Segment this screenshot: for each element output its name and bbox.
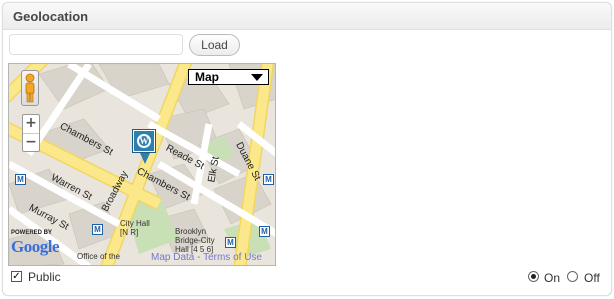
map-terms: Map Data - Terms of Use <box>151 252 262 263</box>
map-view[interactable]: + − Map W Chambers St Reade St Chambers … <box>8 63 276 266</box>
public-checkbox[interactable]: ✓ <box>11 271 22 282</box>
load-button[interactable]: Load <box>189 34 240 56</box>
off-radio[interactable] <box>567 271 578 282</box>
poi-label: Brooklyn <box>175 227 207 236</box>
map-data-link[interactable]: Map Data <box>151 252 194 263</box>
google-logo[interactable]: Google <box>11 237 60 257</box>
marker-pin-icon <box>140 153 150 164</box>
chevron-down-icon <box>251 74 263 81</box>
metro-station-icon: M <box>15 174 26 185</box>
poi-label: [N R] <box>120 228 139 237</box>
zoom-control: + − <box>22 114 40 152</box>
poi-label: City Hall <box>120 219 150 228</box>
on-label: On <box>544 271 561 285</box>
powered-by-label: POWERED BY <box>11 230 53 236</box>
zoom-in-button[interactable]: + <box>23 115 39 133</box>
terms-separator: - <box>194 252 204 263</box>
public-label: Public <box>28 270 61 284</box>
metro-station-icon: M <box>92 224 103 235</box>
metro-station-icon: M <box>259 226 270 237</box>
map-type-label: Map <box>195 70 219 84</box>
wordpress-logo-icon: W <box>137 134 151 148</box>
metro-station-icon: M <box>225 237 236 248</box>
address-input[interactable] <box>9 34 183 55</box>
metro-station-icon: M <box>263 174 274 185</box>
off-label: Off <box>584 271 600 285</box>
terms-of-use-link[interactable]: Terms of Use <box>203 252 262 263</box>
on-radio[interactable] <box>528 271 539 282</box>
poi-label: Bridge-City <box>175 236 215 245</box>
street-view-pegman-icon[interactable] <box>21 70 39 106</box>
zoom-out-button[interactable]: − <box>23 133 39 151</box>
google-logo-text: Google <box>11 237 60 256</box>
map-type-select[interactable]: Map <box>188 69 269 85</box>
widget-title: Geolocation <box>3 3 611 30</box>
poi-label: Office of the <box>77 252 120 261</box>
wordpress-marker-icon[interactable]: W <box>133 130 155 152</box>
